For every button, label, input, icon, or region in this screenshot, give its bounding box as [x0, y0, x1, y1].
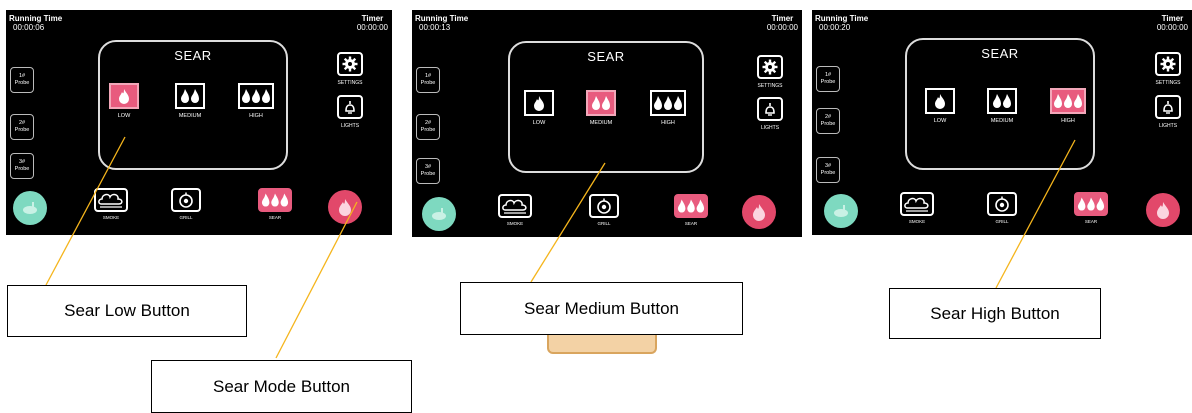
callout-sear-high: Sear High Button: [889, 288, 1101, 339]
sear-medium-leader-line: [530, 162, 606, 283]
sear-high-leader-line: [995, 139, 1076, 289]
sear-mode-leader-line: [275, 201, 358, 359]
callout-sear-medium: Sear Medium Button: [460, 282, 743, 335]
sear-low-leader-line: [45, 136, 126, 286]
callout-sear-mode: Sear Mode Button: [151, 360, 412, 413]
callout-sear-low: Sear Low Button: [7, 285, 247, 337]
page-tab-decoration: [547, 334, 657, 354]
